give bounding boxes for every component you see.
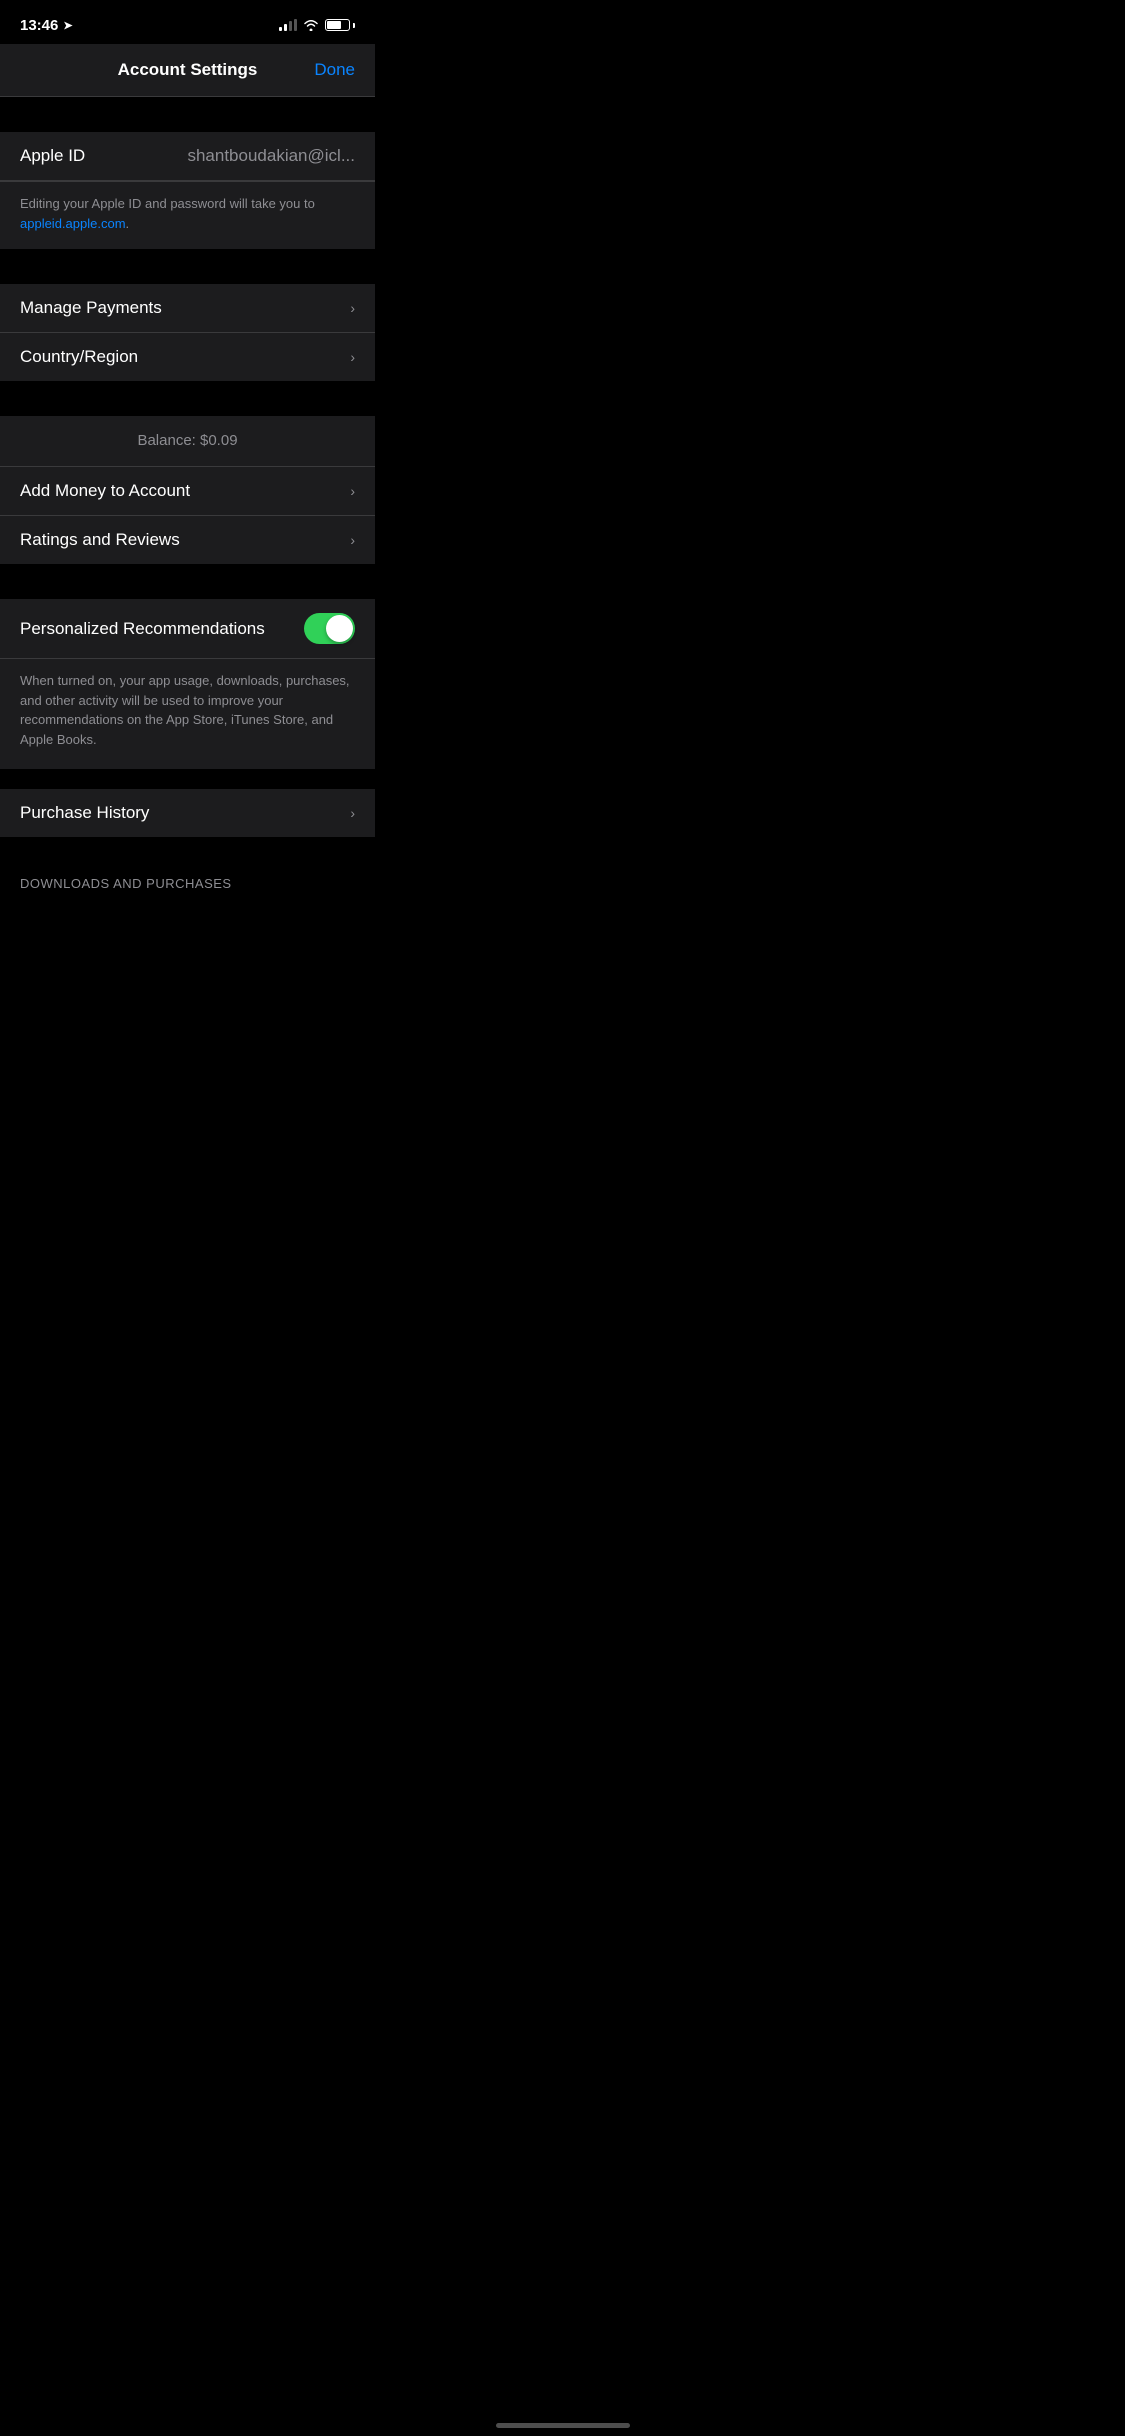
- add-money-label: Add Money to Account: [20, 481, 190, 501]
- purchase-history-group: Purchase History ›: [0, 789, 375, 837]
- spacer-4: [0, 564, 375, 599]
- chevron-icon: ›: [350, 300, 355, 316]
- purchase-history-row[interactable]: Purchase History ›: [0, 789, 375, 837]
- wifi-icon: [303, 19, 319, 31]
- toggle-track: [304, 613, 355, 644]
- balance-row: Balance: $0.09: [0, 416, 375, 467]
- status-icons: [279, 19, 355, 31]
- apple-id-label: Apple ID: [20, 146, 85, 166]
- spacer-3: [0, 381, 375, 416]
- apple-id-info-text: Editing your Apple ID and password will …: [20, 196, 315, 231]
- apple-id-value: shantboudakian@icl...: [187, 146, 355, 166]
- payments-right: ›: [350, 300, 355, 316]
- downloads-header: DOWNLOADS AND PURCHASES: [0, 867, 375, 897]
- apple-id-info: Editing your Apple ID and password will …: [0, 181, 375, 249]
- status-time: 13:46 ➤: [20, 17, 73, 34]
- country-right: ›: [350, 349, 355, 365]
- nav-bar: Account Settings Done: [0, 44, 375, 97]
- purchase-history-right: ›: [350, 805, 355, 821]
- spacer-1: [0, 97, 375, 132]
- personalized-label: Personalized Recommendations: [20, 619, 265, 639]
- balance-label: Balance: $0.09: [137, 432, 237, 449]
- bottom-spacer: [0, 837, 375, 867]
- toggle-thumb: [326, 615, 353, 642]
- spacer-5: [0, 769, 375, 789]
- country-region-row[interactable]: Country/Region ›: [0, 333, 375, 381]
- status-bar: 13:46 ➤: [0, 0, 375, 44]
- personalized-group: Personalized Recommendations When turned…: [0, 599, 375, 769]
- manage-payments-label: Manage Payments: [20, 298, 162, 318]
- chevron-icon: ›: [350, 483, 355, 499]
- payments-group: Manage Payments › Country/Region ›: [0, 284, 375, 381]
- page-title: Account Settings: [118, 60, 258, 80]
- personalized-description-text: When turned on, your app usage, download…: [20, 673, 350, 747]
- personalized-row[interactable]: Personalized Recommendations: [0, 599, 375, 659]
- manage-payments-row[interactable]: Manage Payments ›: [0, 284, 375, 333]
- balance-group: Balance: $0.09 Add Money to Account › Ra…: [0, 416, 375, 564]
- done-button[interactable]: Done: [314, 60, 355, 80]
- apple-id-group: Apple ID shantboudakian@icl... Editing y…: [0, 132, 375, 249]
- battery-icon: [325, 19, 355, 31]
- apple-id-row[interactable]: Apple ID shantboudakian@icl...: [0, 132, 375, 181]
- ratings-reviews-row[interactable]: Ratings and Reviews ›: [0, 516, 375, 564]
- spacer-2: [0, 249, 375, 284]
- signal-icon: [279, 19, 297, 31]
- ratings-reviews-label: Ratings and Reviews: [20, 530, 180, 550]
- location-arrow-icon: ➤: [63, 19, 72, 32]
- add-money-row[interactable]: Add Money to Account ›: [0, 467, 375, 516]
- time-label: 13:46: [20, 17, 58, 34]
- home-indicator: [496, 2423, 630, 2428]
- purchase-history-label: Purchase History: [20, 803, 149, 823]
- add-money-right: ›: [350, 483, 355, 499]
- chevron-icon: ›: [350, 532, 355, 548]
- apple-id-link[interactable]: appleid.apple.com: [20, 216, 126, 231]
- personalized-description: When turned on, your app usage, download…: [0, 659, 375, 769]
- personalized-toggle[interactable]: [304, 613, 355, 644]
- chevron-icon: ›: [350, 805, 355, 821]
- chevron-icon: ›: [350, 349, 355, 365]
- apple-id-value-container: shantboudakian@icl...: [187, 146, 355, 166]
- ratings-right: ›: [350, 532, 355, 548]
- country-region-label: Country/Region: [20, 347, 138, 367]
- downloads-label: DOWNLOADS AND PURCHASES: [20, 876, 232, 891]
